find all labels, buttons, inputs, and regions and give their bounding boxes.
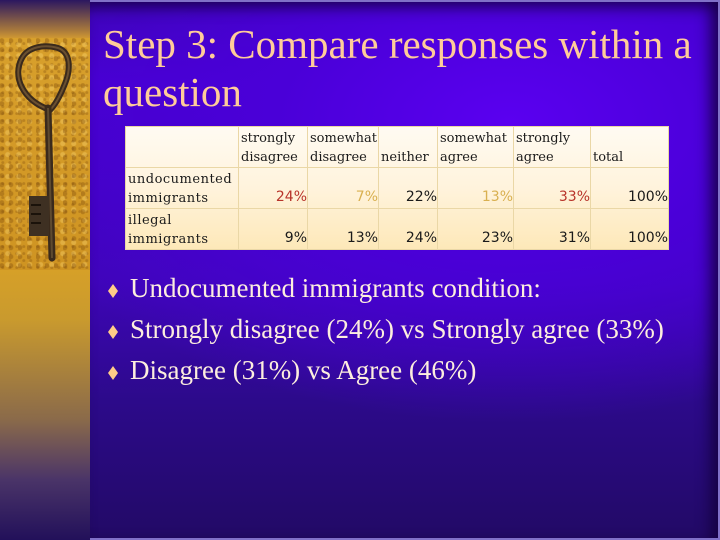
header-cell-somewhat-agree: somewhat agree bbox=[437, 126, 514, 168]
cell-value: 24% bbox=[238, 167, 308, 209]
cell-value: 9% bbox=[238, 208, 308, 250]
cell-value: 13% bbox=[307, 208, 379, 250]
header-cell-strongly-agree: strongly agree bbox=[513, 126, 591, 168]
bullet-item: Disagree (31%) vs Agree (46%) bbox=[108, 354, 708, 387]
row-label: illegal immigrants bbox=[125, 208, 239, 250]
slide-title: Step 3: Compare responses within a quest… bbox=[103, 21, 692, 115]
table-row-undocumented: undocumented immigrants 24% 7% 22% 13% 33… bbox=[125, 167, 669, 209]
responses-table: strongly disagree somewhat disagree neithe… bbox=[125, 126, 669, 250]
cell-value: 33% bbox=[513, 167, 591, 209]
header-cell-total: total bbox=[590, 126, 669, 168]
side-image-panel bbox=[0, 0, 90, 540]
table-row-illegal: illegal immigrants 9% 13% 24% 23% 31% 100… bbox=[125, 208, 669, 250]
bullet-list: Undocumented immigrants condition: Stron… bbox=[108, 272, 708, 395]
table-header-row: strongly disagree somewhat disagree neithe… bbox=[125, 126, 669, 168]
row-label: undocumented immigrants bbox=[125, 167, 239, 209]
cell-value: 100% bbox=[590, 208, 669, 250]
bullet-item: Undocumented immigrants condition: bbox=[108, 272, 708, 305]
bullet-item: Strongly disagree (24%) vs Strongly agre… bbox=[108, 313, 708, 346]
header-cell-somewhat-disagree: somewhat disagree bbox=[307, 126, 379, 168]
cell-value: 24% bbox=[378, 208, 438, 250]
cell-value: 7% bbox=[307, 167, 379, 209]
bullet-text: Strongly disagree (24%) vs Strongly agre… bbox=[130, 314, 664, 344]
cell-value: 100% bbox=[590, 167, 669, 209]
diamond-bullet-icon bbox=[108, 284, 118, 298]
cell-value: 23% bbox=[437, 208, 514, 250]
bullet-text: Undocumented immigrants condition: bbox=[130, 273, 541, 303]
slide: Step 3: Compare responses within a quest… bbox=[0, 0, 720, 540]
diamond-bullet-icon bbox=[108, 366, 118, 380]
antique-key-icon bbox=[15, 43, 72, 262]
cell-value: 31% bbox=[513, 208, 591, 250]
diamond-bullet-icon bbox=[108, 325, 118, 339]
cell-value: 13% bbox=[437, 167, 514, 209]
bullet-text: Disagree (31%) vs Agree (46%) bbox=[130, 355, 477, 385]
frame-border-top bbox=[90, 0, 720, 2]
header-cell-neither: neither bbox=[378, 126, 438, 168]
header-cell-strongly-disagree: strongly disagree bbox=[238, 126, 308, 168]
cell-value: 22% bbox=[378, 167, 438, 209]
header-cell-empty bbox=[125, 126, 239, 168]
